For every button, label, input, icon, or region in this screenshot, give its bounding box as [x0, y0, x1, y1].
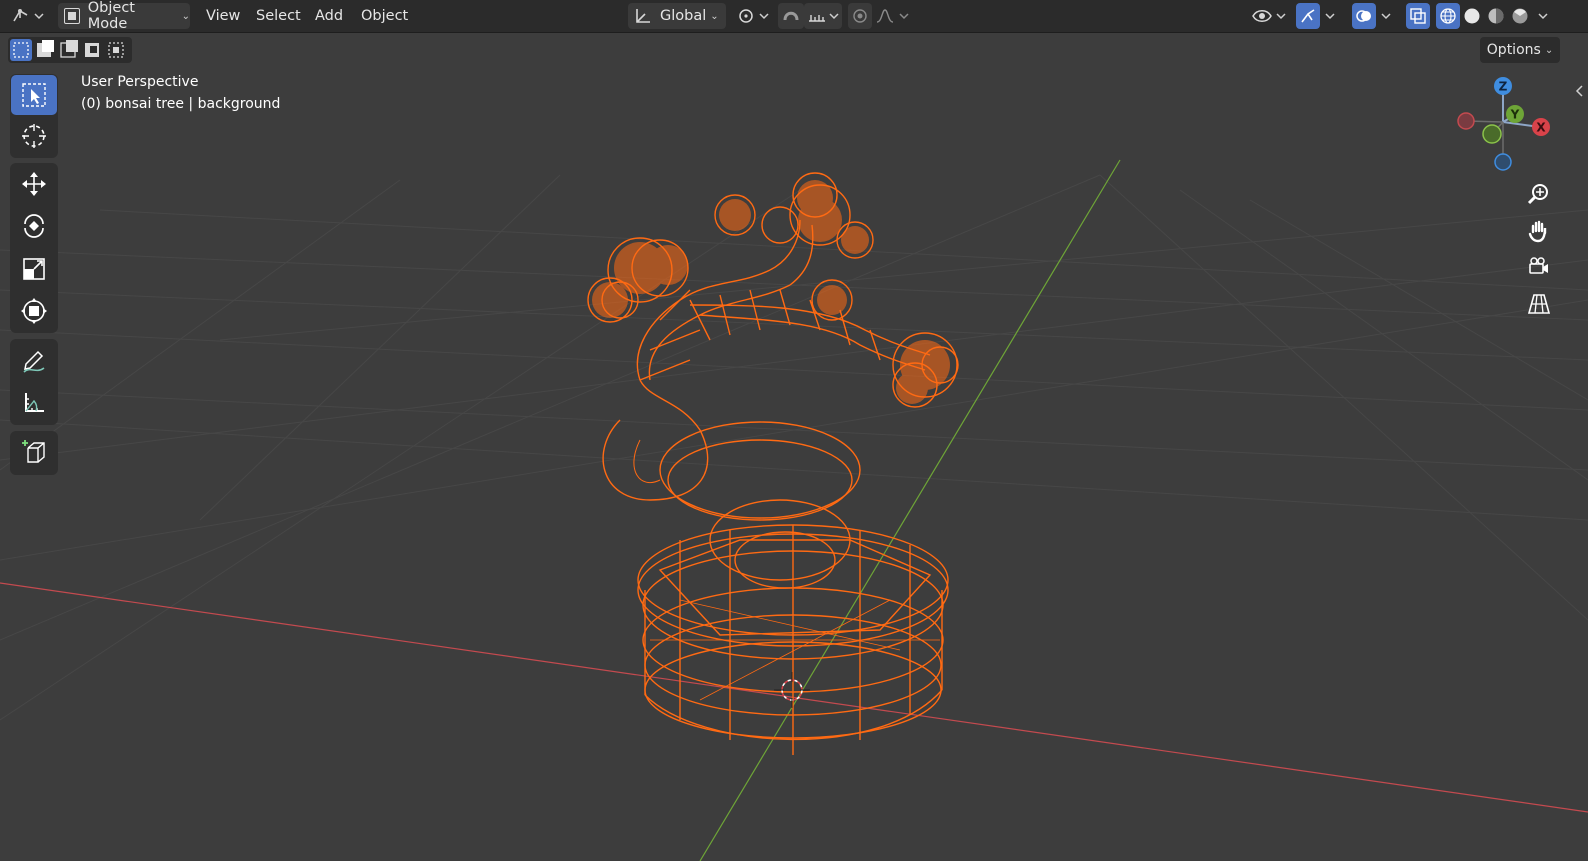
ortho-toggle-button[interactable] [1522, 287, 1556, 321]
mode-label: Object Mode [87, 0, 135, 32]
visibility-icon [1252, 10, 1286, 22]
sidebar-toggle-chevron-icon[interactable] [1575, 84, 1585, 98]
proportional-edit-toggle[interactable] [848, 3, 872, 29]
view-name-label: User Perspective [81, 74, 199, 90]
x-axis-line [0, 582, 1588, 813]
snap-increment-icon [809, 13, 839, 22]
orientation-axes-icon [636, 9, 650, 23]
select-box-icon [22, 83, 46, 107]
navigation-gizmo[interactable]: Z Y X [1450, 75, 1560, 185]
visibility-dropdown[interactable] [1250, 3, 1288, 29]
proportional-edit-icon [853, 9, 867, 23]
rotate-icon [24, 214, 44, 238]
menu-select[interactable]: Select [248, 4, 309, 28]
menu-object[interactable]: Object [353, 4, 416, 28]
tool-move[interactable] [11, 164, 57, 204]
move-icon [22, 172, 46, 196]
tool-cursor[interactable] [11, 116, 57, 156]
pan-button[interactable] [1522, 214, 1556, 248]
chevron-down-icon: ⌄ [710, 10, 719, 22]
measure-ruler-icon [25, 393, 44, 412]
cursor-icon [22, 124, 46, 148]
mode-dropdown[interactable]: Object Mode ⌄ [58, 0, 190, 32]
neg-x-axis-ball[interactable] [1457, 112, 1475, 130]
gizmo-toggle[interactable] [1296, 3, 1320, 29]
scale-icon [23, 258, 45, 280]
options-dropdown[interactable]: Options ⌄ [1480, 37, 1560, 63]
x-axis-label: X [1536, 121, 1546, 135]
viewport-header: Object Mode ⌄ View Select Add Object Glo… [0, 0, 1588, 33]
object-mode-icon [64, 8, 80, 24]
add-cube-icon [22, 440, 45, 463]
annotate-pencil-icon [23, 350, 45, 373]
tool-select-box[interactable] [11, 75, 57, 115]
editor-type-button[interactable] [8, 3, 48, 29]
tool-transform[interactable] [11, 291, 57, 331]
xray-toggle[interactable] [1406, 3, 1430, 29]
hand-pan-icon [1528, 220, 1547, 243]
pivot-point-icon [739, 9, 769, 23]
3d-viewport[interactable]: User Perspective (0) bonsai tree | backg… [0, 33, 1588, 861]
tool-add-cube[interactable] [11, 432, 57, 472]
y-axis-line [699, 159, 1121, 861]
tool-annotate[interactable] [11, 340, 57, 380]
chevron-down-icon [1381, 13, 1391, 20]
gizmo-icon [1301, 9, 1315, 23]
y-axis-label: Y [1510, 108, 1520, 122]
shading-solid-button[interactable] [1460, 3, 1484, 29]
orientation-label: Global [660, 8, 707, 24]
camera-icon [1529, 257, 1548, 274]
menu-view[interactable]: View [198, 4, 248, 28]
solid-sphere-icon [1464, 8, 1480, 24]
transform-orientation-dropdown[interactable]: Global ⌄ [628, 3, 726, 29]
shading-material-button[interactable] [1484, 3, 1508, 29]
shading-rendered-button[interactable] [1508, 3, 1532, 29]
pivot-point-button[interactable] [734, 3, 772, 29]
falloff-curve-icon [876, 9, 909, 23]
tool-rotate[interactable] [11, 206, 57, 246]
neg-z-axis-ball[interactable] [1494, 153, 1512, 171]
snap-toggle[interactable] [778, 3, 804, 29]
rendered-sphere-icon [1512, 8, 1528, 24]
tool-scale[interactable] [11, 249, 57, 289]
tool-measure[interactable] [11, 383, 57, 423]
3d-viewport-icon [13, 9, 44, 22]
chevron-down-icon [1325, 13, 1335, 20]
material-sphere-icon [1488, 8, 1504, 24]
selection-mode-bar [8, 37, 132, 63]
zoom-button[interactable] [1522, 177, 1556, 211]
viewport-scene [0, 159, 1588, 861]
shading-dropdown[interactable] [1532, 3, 1554, 29]
overlay-dropdown[interactable] [1376, 3, 1396, 29]
gizmo-dropdown[interactable] [1320, 3, 1340, 29]
camera-view-button[interactable] [1522, 250, 1556, 284]
snap-icon [783, 11, 799, 21]
chevron-down-icon: ⌄ [181, 10, 190, 22]
menu-add[interactable]: Add [307, 4, 351, 28]
object-info-label: (0) bonsai tree | background [81, 96, 281, 112]
wireframe-sphere-icon [1440, 8, 1456, 24]
snap-target-dropdown[interactable] [804, 3, 842, 29]
shading-wireframe-button[interactable] [1436, 3, 1460, 29]
z-axis-label: Z [1499, 80, 1508, 94]
proportional-falloff-dropdown[interactable] [872, 3, 912, 29]
overlay-toggle[interactable] [1352, 3, 1376, 29]
perspective-grid-icon [1527, 294, 1551, 314]
blender-app: Object Mode ⌄ View Select Add Object Glo… [0, 0, 1588, 861]
xray-icon [1410, 8, 1426, 24]
chevron-down-icon [1538, 13, 1548, 20]
selection-mode-icons [10, 39, 124, 61]
zoom-magnifier-icon [1527, 184, 1548, 205]
overlay-icon [1356, 10, 1371, 22]
3d-cursor[interactable] [774, 672, 810, 708]
neg-y-axis-ball[interactable] [1482, 124, 1502, 144]
chevron-down-icon: ⌄ [1544, 44, 1554, 56]
transform-icon [21, 298, 47, 324]
floor-grid [0, 174, 1588, 721]
options-label: Options [1486, 42, 1541, 58]
